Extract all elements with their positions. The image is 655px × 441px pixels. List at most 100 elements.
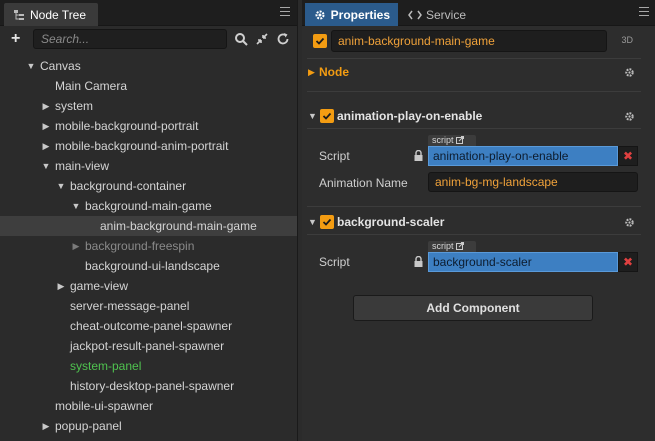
caret-right-icon[interactable]: ▶ — [41, 96, 51, 116]
caret-right-icon[interactable]: ▶ — [56, 276, 66, 296]
tree-node-label: jackpot-result-panel-spawner — [70, 339, 225, 353]
tree-node[interactable]: system-panel — [0, 356, 297, 376]
tree-node-label: mobile-background-portrait — [55, 119, 199, 133]
tree-node[interactable]: ▶ mobile-background-anim-portrait — [0, 136, 297, 156]
remove-script-button[interactable]: ✖ — [618, 252, 638, 272]
caret-down-icon[interactable]: ▼ — [71, 196, 81, 216]
node-name-field[interactable]: anim-background-main-game — [331, 30, 607, 52]
tree-node-label: mobile-ui-spawner — [55, 399, 154, 413]
script-open-tag[interactable]: script — [428, 135, 476, 146]
divider — [307, 234, 641, 235]
script-label: Script — [319, 149, 350, 163]
node-tree-toolbar: + Search... — [0, 27, 298, 53]
code-icon — [408, 8, 422, 22]
node-active-checkbox[interactable] — [313, 34, 327, 48]
tree-node-label: game-view — [70, 279, 129, 293]
divider — [307, 206, 641, 207]
component-enabled-checkbox[interactable] — [320, 215, 334, 229]
tree-node-label: background-ui-landscape — [85, 259, 220, 273]
node-section-header[interactable]: ▶ Node — [302, 63, 655, 83]
caret-right-icon[interactable]: ▶ — [41, 136, 51, 156]
caret-right-icon: ▶ — [308, 67, 315, 77]
tree-icon — [12, 8, 26, 22]
tree-node[interactable]: ▶ popup-panel — [0, 416, 297, 436]
lock-icon — [414, 255, 423, 267]
script-asset-field[interactable]: animation-play-on-enable — [428, 146, 618, 166]
properties-tabbar: Properties Service — [302, 0, 655, 26]
add-node-button[interactable]: + — [11, 31, 20, 47]
tree-node[interactable]: ▶ system — [0, 96, 297, 116]
tab-node-tree[interactable]: Node Tree — [4, 3, 98, 26]
properties-panel: Properties Service anim-background-main-… — [302, 0, 655, 441]
script-open-tag[interactable]: script — [428, 241, 476, 252]
node-section-title: Node — [319, 65, 349, 79]
collapse-all-icon[interactable] — [255, 32, 269, 46]
tree-node-label: main-view — [55, 159, 110, 173]
search-icon[interactable] — [234, 32, 248, 46]
add-component-button[interactable]: Add Component — [353, 295, 593, 321]
refresh-icon[interactable] — [276, 32, 290, 46]
tab-service[interactable]: Service — [400, 3, 480, 26]
tree-node[interactable]: ▶ mobile-background-portrait — [0, 116, 297, 136]
3d-toggle[interactable]: 3D — [621, 35, 633, 45]
check-icon — [315, 37, 325, 45]
caret-down-icon[interactable]: ▼ — [56, 176, 66, 196]
tree-node-label: system — [55, 99, 94, 113]
tree-node[interactable]: jackpot-result-panel-spawner — [0, 336, 297, 356]
tab-properties[interactable]: Properties — [305, 3, 398, 26]
tree-node-label: popup-panel — [55, 419, 122, 433]
divider — [307, 91, 641, 92]
tree-node-label: Canvas — [40, 59, 81, 73]
tree-node[interactable]: ▼ main-view — [0, 156, 297, 176]
gear-icon[interactable] — [624, 111, 635, 122]
divider — [307, 128, 641, 129]
tree-node[interactable]: ▶ game-view — [0, 276, 297, 296]
tree-node-label: server-message-panel — [70, 299, 190, 313]
tree-node-label: anim-background-main-game — [100, 219, 257, 233]
script-label: Script — [319, 255, 350, 269]
external-link-icon — [456, 136, 465, 144]
remove-script-button[interactable]: ✖ — [618, 146, 638, 166]
gear-icon — [313, 8, 327, 22]
tree-node[interactable]: server-message-panel — [0, 296, 297, 316]
node-tree-menu-icon[interactable] — [280, 7, 290, 17]
gear-icon[interactable] — [624, 217, 635, 228]
tree-node[interactable]: ▼ background-container — [0, 176, 297, 196]
tree-node-label: Main Camera — [55, 79, 128, 93]
properties-menu-icon[interactable] — [639, 7, 649, 17]
node-tree-list: ▼ Canvas Main Camera ▶ system ▶ mobile-backgro… — [0, 56, 297, 436]
component-header-animation-play-on-enable[interactable]: ▼ animation-play-on-enable — [302, 107, 655, 127]
external-link-icon — [456, 242, 465, 250]
caret-right-icon[interactable]: ▶ — [41, 416, 51, 436]
tree-node[interactable]: cheat-outcome-panel-spawner — [0, 316, 297, 336]
caret-down-icon[interactable]: ▼ — [26, 56, 36, 76]
tab-service-label: Service — [426, 7, 467, 22]
script-tag-label: script — [432, 135, 454, 145]
tree-node[interactable]: ▶ background-freespin — [0, 236, 297, 256]
gear-icon[interactable] — [624, 67, 635, 78]
tree-node[interactable]: Main Camera — [0, 76, 297, 96]
tree-node[interactable]: anim-background-main-game — [0, 216, 297, 236]
tree-node-label: background-container — [70, 179, 187, 193]
tree-node-label: history-desktop-panel-spawner — [70, 379, 235, 393]
node-tree-tabbar: Node Tree — [0, 0, 298, 26]
script-asset-field[interactable]: background-scaler — [428, 252, 618, 272]
tree-node[interactable]: mobile-ui-spawner — [0, 396, 297, 416]
component-title: animation-play-on-enable — [337, 109, 483, 123]
component-header-background-scaler[interactable]: ▼ background-scaler — [302, 213, 655, 233]
caret-right-icon[interactable]: ▶ — [71, 236, 81, 256]
script-tag-label: script — [432, 241, 454, 251]
tree-node-label: background-freespin — [85, 239, 195, 253]
tree-node[interactable]: history-desktop-panel-spawner — [0, 376, 297, 396]
tree-node[interactable]: ▼ Canvas — [0, 56, 297, 76]
check-icon — [322, 218, 332, 226]
animation-name-field[interactable]: anim-bg-mg-landscape — [428, 172, 638, 192]
divider — [307, 58, 641, 59]
component-enabled-checkbox[interactable] — [320, 109, 334, 123]
tree-node[interactable]: background-ui-landscape — [0, 256, 297, 276]
tree-node[interactable]: ▼ background-main-game — [0, 196, 297, 216]
check-icon — [322, 112, 332, 120]
caret-down-icon[interactable]: ▼ — [41, 156, 51, 176]
caret-right-icon[interactable]: ▶ — [41, 116, 51, 136]
search-input[interactable]: Search... — [33, 29, 227, 49]
